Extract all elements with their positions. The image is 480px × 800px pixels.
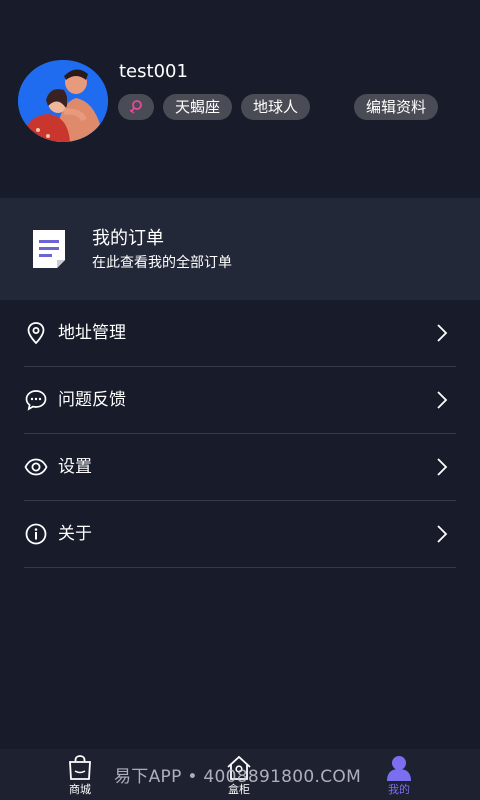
profile-screen: test001 天蝎座 地球人 编辑资料 我的订单 在此查看我的全部订单 地址管…: [0, 0, 480, 800]
edit-profile-button[interactable]: 编辑资料: [354, 94, 438, 120]
planet-tag: 地球人: [241, 94, 310, 120]
nav-label-mine: 我的: [388, 783, 410, 796]
username: test001: [119, 61, 188, 82]
menu-item-feedback[interactable]: 问题反馈: [24, 367, 456, 434]
chevron-right-icon: [437, 525, 448, 543]
my-orders-card[interactable]: 我的订单 在此查看我的全部订单: [0, 198, 480, 300]
bottom-nav: 商城 盒柜 我的 易下APP • 4008891800.COM: [0, 749, 480, 800]
eye-icon: [24, 458, 48, 476]
chevron-right-icon: [437, 458, 448, 476]
avatar-illustration: [18, 60, 108, 142]
order-document-icon: [33, 230, 65, 268]
watermark-text: 易下APP • 4008891800.COM: [114, 767, 362, 787]
orders-title: 我的订单: [92, 228, 164, 249]
female-symbol-icon: [129, 100, 142, 114]
info-icon: [25, 523, 47, 545]
nav-tab-shop[interactable]: 商城: [50, 749, 110, 800]
user-icon: [387, 756, 411, 781]
menu-item-address[interactable]: 地址管理: [24, 300, 456, 367]
menu-label-address: 地址管理: [58, 323, 126, 343]
menu-label-settings: 设置: [58, 457, 92, 477]
nav-label-shop: 商城: [69, 783, 91, 796]
settings-menu: 地址管理 问题反馈 设置 关于: [0, 300, 480, 568]
menu-item-about[interactable]: 关于: [24, 501, 456, 568]
chat-bubble-icon: [25, 390, 47, 411]
menu-label-feedback: 问题反馈: [58, 390, 126, 410]
menu-label-about: 关于: [58, 524, 92, 544]
profile-header: test001 天蝎座 地球人 编辑资料: [0, 0, 480, 198]
shopping-bag-icon: [69, 755, 91, 780]
chevron-right-icon: [437, 324, 448, 342]
orders-subtitle: 在此查看我的全部订单: [92, 255, 232, 271]
gender-tag: [118, 94, 154, 120]
avatar[interactable]: [18, 60, 108, 142]
chevron-right-icon: [437, 391, 448, 409]
zodiac-tag: 天蝎座: [163, 94, 232, 120]
menu-item-settings[interactable]: 设置: [24, 434, 456, 501]
nav-tab-mine[interactable]: 我的: [369, 749, 429, 800]
location-pin-icon: [27, 322, 45, 345]
